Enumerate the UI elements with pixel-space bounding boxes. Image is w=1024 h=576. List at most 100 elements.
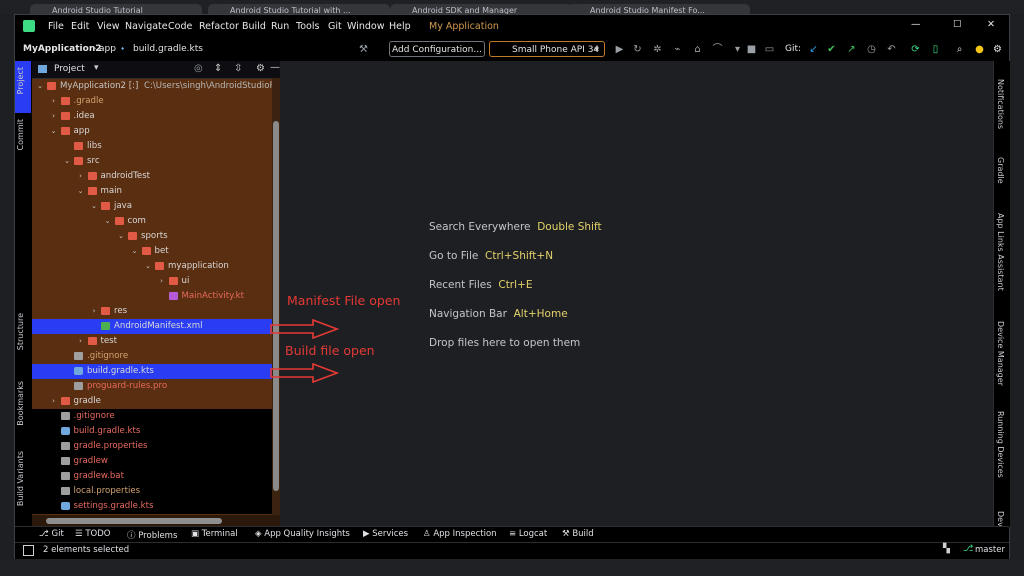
- tree-item[interactable]: settings.gradle.kts: [32, 499, 272, 514]
- breadcrumb-file[interactable]: build.gradle.kts: [133, 44, 203, 54]
- tree-item[interactable]: ⌄ java: [32, 199, 272, 214]
- tool-device-manager[interactable]: Device Manager: [996, 321, 1005, 386]
- sync-gradle-icon[interactable]: ⟳: [909, 43, 922, 56]
- tool-running-devices[interactable]: Running Devices: [996, 411, 1005, 478]
- browser-tab[interactable]: Android Studio Tutorial with ...: [208, 4, 390, 14]
- tree-item[interactable]: › test: [32, 334, 272, 349]
- horizontal-scrollbar[interactable]: [46, 518, 222, 524]
- tree-item[interactable]: › androidTest: [32, 169, 272, 184]
- tool-git[interactable]: ⎇ Git: [39, 529, 64, 539]
- add-configuration-button[interactable]: Add Configuration...: [389, 41, 485, 57]
- tree-item[interactable]: build.gradle.kts: [32, 424, 272, 439]
- tool-terminal[interactable]: ▣ Terminal: [191, 529, 238, 539]
- tree-item[interactable]: ⌄ myapplication: [32, 259, 272, 274]
- tool-project[interactable]: Project: [16, 67, 25, 94]
- menu-run[interactable]: Run: [271, 21, 289, 32]
- settings-gear-icon[interactable]: ⚙: [991, 43, 1004, 56]
- coverage-icon[interactable]: ⌒: [711, 43, 724, 56]
- tool-gradle[interactable]: Gradle: [996, 157, 1005, 184]
- tool-dev[interactable]: Dev: [996, 511, 1005, 527]
- menu-edit[interactable]: Edit: [71, 21, 89, 32]
- debug-icon[interactable]: ✲: [651, 43, 664, 56]
- hammer-icon[interactable]: ⚒: [357, 43, 370, 56]
- git-update-icon[interactable]: ↙: [807, 43, 820, 56]
- vertical-scrollbar[interactable]: [273, 121, 279, 491]
- profile-icon[interactable]: ⌁: [671, 43, 684, 56]
- device-mirror-icon[interactable]: ▯: [929, 43, 942, 56]
- tool-problems[interactable]: ⓘ Problems: [127, 529, 177, 541]
- tool-logcat[interactable]: ≡ Logcat: [509, 529, 547, 539]
- tool-app-quality-insights[interactable]: ◈ App Quality Insights: [255, 529, 350, 539]
- tree-item[interactable]: proguard-rules.pro: [32, 379, 272, 394]
- tree-item[interactable]: › .idea: [32, 109, 272, 124]
- locate-file-icon[interactable]: ◎: [194, 63, 203, 74]
- menu-file[interactable]: File: [48, 21, 64, 32]
- chevron-down-icon[interactable]: ⌄: [90, 199, 98, 214]
- menu-code[interactable]: Code: [168, 21, 192, 32]
- tree-item[interactable]: ⌄ MyApplication2 [:] C:\Users\singh\Andro…: [32, 79, 280, 94]
- device-selector[interactable]: Small Phone API 34 ▾: [489, 41, 605, 57]
- tree-item[interactable]: ⌄ bet: [32, 244, 272, 259]
- chevron-right-icon[interactable]: ›: [50, 94, 58, 109]
- tool-windows-toggle-icon[interactable]: [23, 545, 34, 556]
- git-commit-icon[interactable]: ✔: [825, 43, 838, 56]
- tool-structure[interactable]: Structure: [16, 313, 25, 350]
- tree-item[interactable]: ⌄ sports: [32, 229, 272, 244]
- chevron-down-icon[interactable]: ⌄: [36, 79, 44, 94]
- history-icon[interactable]: ◷: [865, 43, 878, 56]
- tree-item[interactable]: › ui: [32, 274, 272, 289]
- hide-panel-icon[interactable]: —: [270, 62, 280, 73]
- chevron-down-icon[interactable]: ⌄: [131, 244, 139, 259]
- chevron-down-icon[interactable]: ⌄: [144, 259, 152, 274]
- git-push-icon[interactable]: ↗: [845, 43, 858, 56]
- more-run-icon[interactable]: ▾: [731, 43, 744, 56]
- attach-icon[interactable]: ⌂: [691, 43, 704, 56]
- maximize-icon[interactable]: ☐: [953, 19, 962, 30]
- tool-app-inspection[interactable]: ♙ App Inspection: [423, 529, 497, 539]
- browser-tab[interactable]: Android SDK and Manager: [390, 4, 572, 14]
- tree-item[interactable]: .gitignore: [32, 409, 272, 424]
- close-icon[interactable]: ✕: [987, 19, 995, 30]
- tree-item[interactable]: › res: [32, 304, 272, 319]
- chevron-right-icon[interactable]: ›: [158, 274, 166, 289]
- menu-build[interactable]: Build: [242, 21, 266, 32]
- tree-item[interactable]: local.properties: [32, 484, 272, 499]
- stop-icon[interactable]: ■: [745, 43, 758, 56]
- rerun-icon[interactable]: ↻: [631, 43, 644, 56]
- expand-all-icon[interactable]: ⇕: [214, 63, 222, 74]
- tree-item[interactable]: ⌄ com: [32, 214, 272, 229]
- menu-navigate[interactable]: Navigate: [125, 21, 168, 32]
- tool-app-links-assistant[interactable]: App Links Assistant: [996, 213, 1005, 291]
- chevron-down-icon[interactable]: ⌄: [77, 184, 85, 199]
- run-icon[interactable]: ▶: [613, 43, 626, 56]
- tree-item[interactable]: .gitignore: [32, 349, 272, 364]
- tree-item[interactable]: gradlew: [32, 454, 272, 469]
- tool-notifications[interactable]: Notifications: [996, 79, 1005, 129]
- tool-build[interactable]: ⚒ Build: [562, 529, 594, 539]
- tool-build-variants[interactable]: Build Variants: [16, 451, 25, 506]
- minimize-icon[interactable]: —: [911, 19, 921, 30]
- chevron-down-icon[interactable]: ⌄: [117, 229, 125, 244]
- tool-services[interactable]: ▶ Services: [363, 529, 408, 539]
- tree-item[interactable]: › gradle: [32, 394, 272, 409]
- tree-item[interactable]: gradlew.bat: [32, 469, 272, 484]
- chevron-down-icon[interactable]: ⌄: [63, 154, 71, 169]
- read-only-icon[interactable]: ▚: [943, 544, 950, 554]
- menu-tools[interactable]: Tools: [296, 21, 319, 32]
- chevron-right-icon[interactable]: ›: [50, 394, 58, 409]
- tool-bookmarks[interactable]: Bookmarks: [16, 381, 25, 426]
- tree-item[interactable]: ⌄ src: [32, 154, 272, 169]
- tree-item[interactable]: ⌄ app: [32, 124, 272, 139]
- tree-item[interactable]: ⌄ main: [32, 184, 272, 199]
- breadcrumb-project[interactable]: MyApplication2: [23, 44, 102, 54]
- project-view-selector[interactable]: Project: [54, 64, 85, 74]
- chevron-down-icon[interactable]: ▾: [94, 63, 99, 73]
- chevron-down-icon[interactable]: ⌄: [50, 124, 58, 139]
- tree-item[interactable]: libs: [32, 139, 272, 154]
- tree-item[interactable]: build.gradle.kts: [32, 364, 272, 379]
- tree-item[interactable]: › .gradle: [32, 94, 272, 109]
- tree-item[interactable]: AndroidManifest.xml: [32, 319, 272, 334]
- updates-icon[interactable]: ●: [973, 43, 986, 56]
- chevron-right-icon[interactable]: ›: [50, 109, 58, 124]
- tool-window-icon[interactable]: ▭: [763, 43, 776, 56]
